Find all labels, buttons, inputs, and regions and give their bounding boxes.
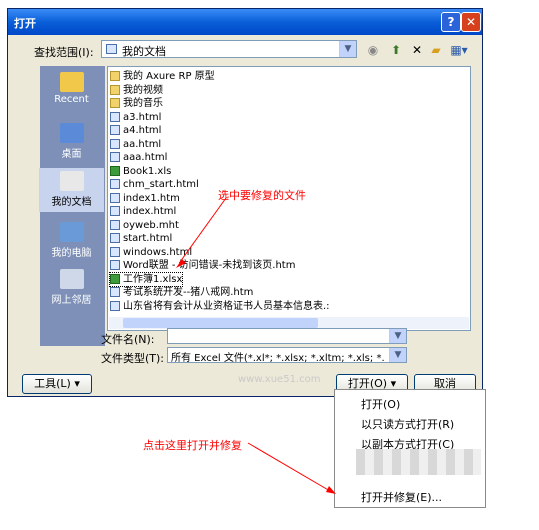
arrow-to-file: [179, 197, 227, 263]
arrowhead-icon: [326, 486, 336, 494]
arrow-to-menu: [247, 442, 331, 492]
annotation-arrows: [176, 197, 336, 494]
